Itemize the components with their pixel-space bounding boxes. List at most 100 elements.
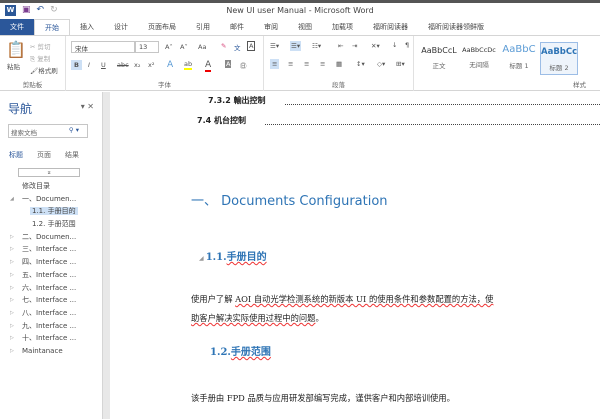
- font-name-select[interactable]: 宋体: [71, 41, 135, 53]
- asian-layout-icon[interactable]: ✕▾: [371, 42, 380, 50]
- paste-button[interactable]: 粘贴: [7, 61, 20, 71]
- multilevel-list-icon[interactable]: ☷▾: [312, 42, 321, 50]
- tree-item[interactable]: ◢ 一、Documen...: [0, 193, 100, 206]
- toc-entry[interactable]: 7.3.2 輸出控制: [208, 95, 266, 106]
- collapsed-arrow-icon[interactable]: ▷: [10, 282, 14, 294]
- tree-item[interactable]: ▷ 四、Interface ...: [0, 256, 100, 269]
- close-icon[interactable]: ✕: [87, 102, 94, 111]
- collapsed-arrow-icon[interactable]: ▷: [10, 243, 14, 255]
- tree-item[interactable]: 1.1. 手册目的: [0, 205, 100, 218]
- tree-item[interactable]: ▷ 六、Interface ...: [0, 282, 100, 295]
- tab-file[interactable]: 文件: [0, 19, 34, 35]
- font-size-select[interactable]: 13: [135, 41, 159, 53]
- distributed-icon[interactable]: ▦: [336, 60, 342, 68]
- tab-addins[interactable]: 加载项: [322, 19, 363, 35]
- align-right-icon[interactable]: ≡: [304, 60, 309, 68]
- highlight-icon[interactable]: ab: [184, 60, 193, 70]
- char-border-icon[interactable]: A: [247, 41, 256, 51]
- underline-button[interactable]: U: [101, 61, 106, 69]
- collapsed-arrow-icon[interactable]: ▷: [10, 332, 14, 344]
- align-left-icon[interactable]: ≡: [270, 59, 280, 69]
- collapsed-arrow-icon[interactable]: ▷: [10, 307, 14, 319]
- search-icon[interactable]: ⚲ ▾: [69, 126, 79, 134]
- tab-references[interactable]: 引用: [186, 19, 220, 35]
- tab-design[interactable]: 设计: [104, 19, 138, 35]
- format-painter-button[interactable]: 🖌格式刷: [30, 65, 58, 75]
- grow-font-button[interactable]: A˄: [165, 43, 173, 51]
- collapsed-arrow-icon[interactable]: ▷: [10, 256, 14, 268]
- tree-item-label: 十、Interface ...: [22, 334, 77, 343]
- font-color-icon[interactable]: A: [205, 60, 212, 72]
- tab-foxit[interactable]: 福昕阅读器: [363, 19, 418, 35]
- phonetic-icon[interactable]: 文: [234, 42, 241, 52]
- style-heading-1[interactable]: AaBbC 标题 1: [500, 42, 538, 75]
- justify-icon[interactable]: ≡: [320, 60, 325, 68]
- tree-item[interactable]: ▷ Maintanace: [0, 345, 100, 358]
- text-effects-icon[interactable]: A: [167, 60, 173, 70]
- collapsed-arrow-icon[interactable]: ▷: [10, 320, 14, 332]
- style-name: 无间隔: [469, 61, 489, 69]
- tab-headings[interactable]: 标题: [9, 150, 23, 160]
- paragraph: 使用户了解 AOI 自动光学检测系统的新版本 UI 的使用条件和参数配置的方法，…: [191, 293, 493, 305]
- sort-icon[interactable]: ↓: [392, 41, 397, 49]
- tree-item[interactable]: ▷ 二、Documen...: [0, 231, 100, 244]
- numbering-icon[interactable]: ☰▾: [290, 41, 302, 51]
- tab-pages[interactable]: 页面: [37, 150, 51, 160]
- tab-foxit-preview[interactable]: 福昕阅读器领鲜版: [418, 19, 494, 35]
- tab-layout[interactable]: 页面布局: [138, 19, 186, 35]
- align-center-icon[interactable]: ≡: [288, 60, 293, 68]
- tree-item[interactable]: ▷ 八、Interface ...: [0, 307, 100, 320]
- increase-indent-icon[interactable]: ⇥: [352, 42, 357, 50]
- italic-button[interactable]: I: [88, 61, 90, 69]
- superscript-button[interactable]: x²: [148, 61, 154, 69]
- tree-item[interactable]: ▷ 九、Interface ...: [0, 320, 100, 333]
- tab-review[interactable]: 审阅: [254, 19, 288, 35]
- paste-icon[interactable]: 📋: [6, 40, 26, 59]
- style-normal[interactable]: AaBbCcL 正文: [420, 42, 458, 75]
- tab-view[interactable]: 视图: [288, 19, 322, 35]
- document-page[interactable]: 7.3.2 輸出控制 7.4 机台控制 一、 Documents Configu…: [110, 92, 600, 419]
- collapse-triangle-icon[interactable]: ◢: [199, 255, 206, 262]
- style-heading-2[interactable]: AaBbCc 标题 2: [540, 42, 578, 75]
- borders-icon[interactable]: ⊞▾: [396, 60, 405, 68]
- tree-item[interactable]: 1.2. 手册范围: [0, 218, 100, 231]
- collapsed-arrow-icon[interactable]: ▷: [10, 269, 14, 281]
- show-marks-icon[interactable]: ¶: [405, 41, 409, 49]
- shrink-font-button[interactable]: A˅: [180, 43, 188, 51]
- tree-item[interactable]: ▷ 三、Interface ...: [0, 243, 100, 256]
- shading-icon[interactable]: ◇▾: [377, 60, 385, 68]
- change-case-button[interactable]: Aa: [198, 43, 206, 51]
- line-spacing-icon[interactable]: ↕▾: [356, 60, 365, 68]
- nav-search-input[interactable]: 搜索文档 ⚲ ▾: [8, 124, 88, 138]
- clear-format-icon[interactable]: ✎: [221, 42, 226, 50]
- expanded-arrow-icon[interactable]: ◢: [10, 193, 14, 205]
- collapse-all-button[interactable]: ⌅: [18, 168, 80, 177]
- bullets-icon[interactable]: ☰▾: [270, 42, 279, 50]
- decrease-indent-icon[interactable]: ⇤: [338, 42, 343, 50]
- subscript-button[interactable]: x₂: [134, 61, 140, 69]
- nav-options-icon[interactable]: ▾: [81, 102, 85, 111]
- tab-results[interactable]: 结果: [65, 150, 79, 160]
- tab-mailings[interactable]: 邮件: [220, 19, 254, 35]
- copy-button[interactable]: ⎘ 复制: [30, 53, 50, 64]
- toc-entry[interactable]: 7.4 机台控制: [197, 115, 246, 126]
- collapsed-arrow-icon[interactable]: ▷: [10, 345, 14, 357]
- tab-home[interactable]: 开始: [34, 19, 70, 35]
- bold-button[interactable]: B: [71, 60, 82, 70]
- title-bar: W ▣ ↶ ↻ New UI user Manual - Microsoft W…: [0, 0, 600, 19]
- char-shading-icon[interactable]: A: [225, 60, 232, 68]
- strikethrough-button[interactable]: abc: [117, 61, 129, 69]
- collapsed-arrow-icon[interactable]: ▷: [10, 294, 14, 306]
- collapsed-arrow-icon[interactable]: ▷: [10, 231, 14, 243]
- tree-item[interactable]: ▷ 五、Interface ...: [0, 269, 100, 282]
- clipboard-group: 📋 粘贴 ✂ 剪切 ⎘ 复制 🖌格式刷 剪贴板: [0, 36, 66, 91]
- cut-button[interactable]: ✂ 剪切: [30, 41, 51, 51]
- tree-item[interactable]: ▷ 七、Interface ...: [0, 294, 100, 307]
- paragraph-label: 段落: [332, 81, 345, 89]
- tab-insert[interactable]: 插入: [70, 19, 104, 35]
- tree-item[interactable]: 修改目录: [0, 180, 100, 193]
- cut-label: 剪切: [37, 43, 51, 51]
- style-no-spacing[interactable]: AaBbCcDc 无间隔: [460, 42, 498, 75]
- tree-item[interactable]: ▷ 十、Interface ...: [0, 332, 100, 345]
- enclose-char-icon[interactable]: ㊐: [240, 60, 247, 70]
